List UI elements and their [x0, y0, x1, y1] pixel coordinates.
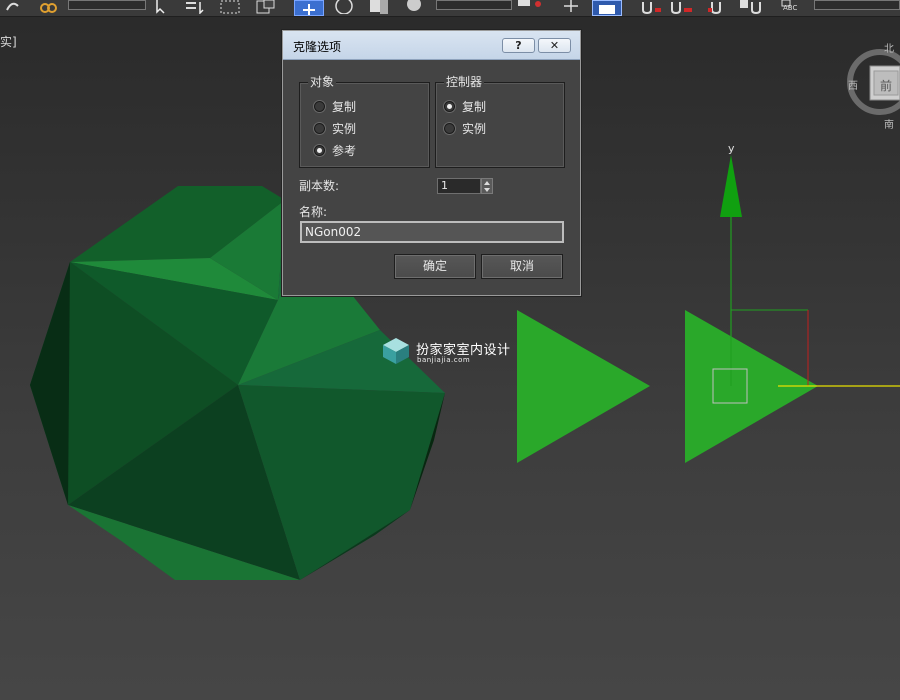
spin-up-icon[interactable]	[484, 181, 490, 185]
object-copy-radio[interactable]	[314, 101, 325, 112]
cancel-button[interactable]: 取消	[481, 254, 563, 279]
close-button[interactable]: ✕	[538, 38, 571, 53]
watermark-subtitle: banjiajia.com	[417, 356, 471, 364]
controller-group-label: 控制器	[444, 75, 485, 89]
controller-group: 控制器 复制 实例	[435, 75, 565, 168]
name-input[interactable]: NGon002	[300, 221, 564, 243]
object-group-label: 对象	[308, 75, 337, 89]
spin-down-icon[interactable]	[484, 188, 490, 192]
help-button[interactable]: ?	[502, 38, 535, 53]
copies-label: 副本数:	[299, 179, 340, 193]
controller-copy-radio[interactable]	[444, 101, 455, 112]
object-copy-label: 复制	[332, 100, 357, 114]
dialog-title: 克隆选项	[293, 40, 342, 54]
ngon-object[interactable]	[517, 310, 650, 463]
object-instance-label: 实例	[332, 122, 357, 136]
dialog-title-bar[interactable]: 克隆选项 ? ✕	[283, 31, 580, 60]
controller-copy-label: 复制	[462, 100, 487, 114]
y-axis-arrow-icon[interactable]	[720, 155, 742, 217]
controller-instance-radio[interactable]	[444, 123, 455, 134]
object-instance-radio[interactable]	[314, 123, 325, 134]
object-reference-label: 参考	[332, 144, 357, 158]
copies-input[interactable]: 1	[437, 178, 481, 194]
ok-button[interactable]: 确定	[394, 254, 476, 279]
object-reference-radio[interactable]	[314, 145, 325, 156]
controller-instance-label: 实例	[462, 122, 487, 136]
y-axis-label: y	[728, 142, 735, 155]
name-label: 名称:	[299, 205, 328, 219]
watermark-logo-icon	[383, 338, 409, 364]
clone-options-dialog: 克隆选项 ? ✕ 对象 复制 实例 参考 控制器 复制 实例 副本数: 1 名称…	[282, 30, 581, 296]
object-group: 对象 复制 实例 参考	[299, 75, 430, 168]
copies-spinner[interactable]	[481, 178, 493, 194]
